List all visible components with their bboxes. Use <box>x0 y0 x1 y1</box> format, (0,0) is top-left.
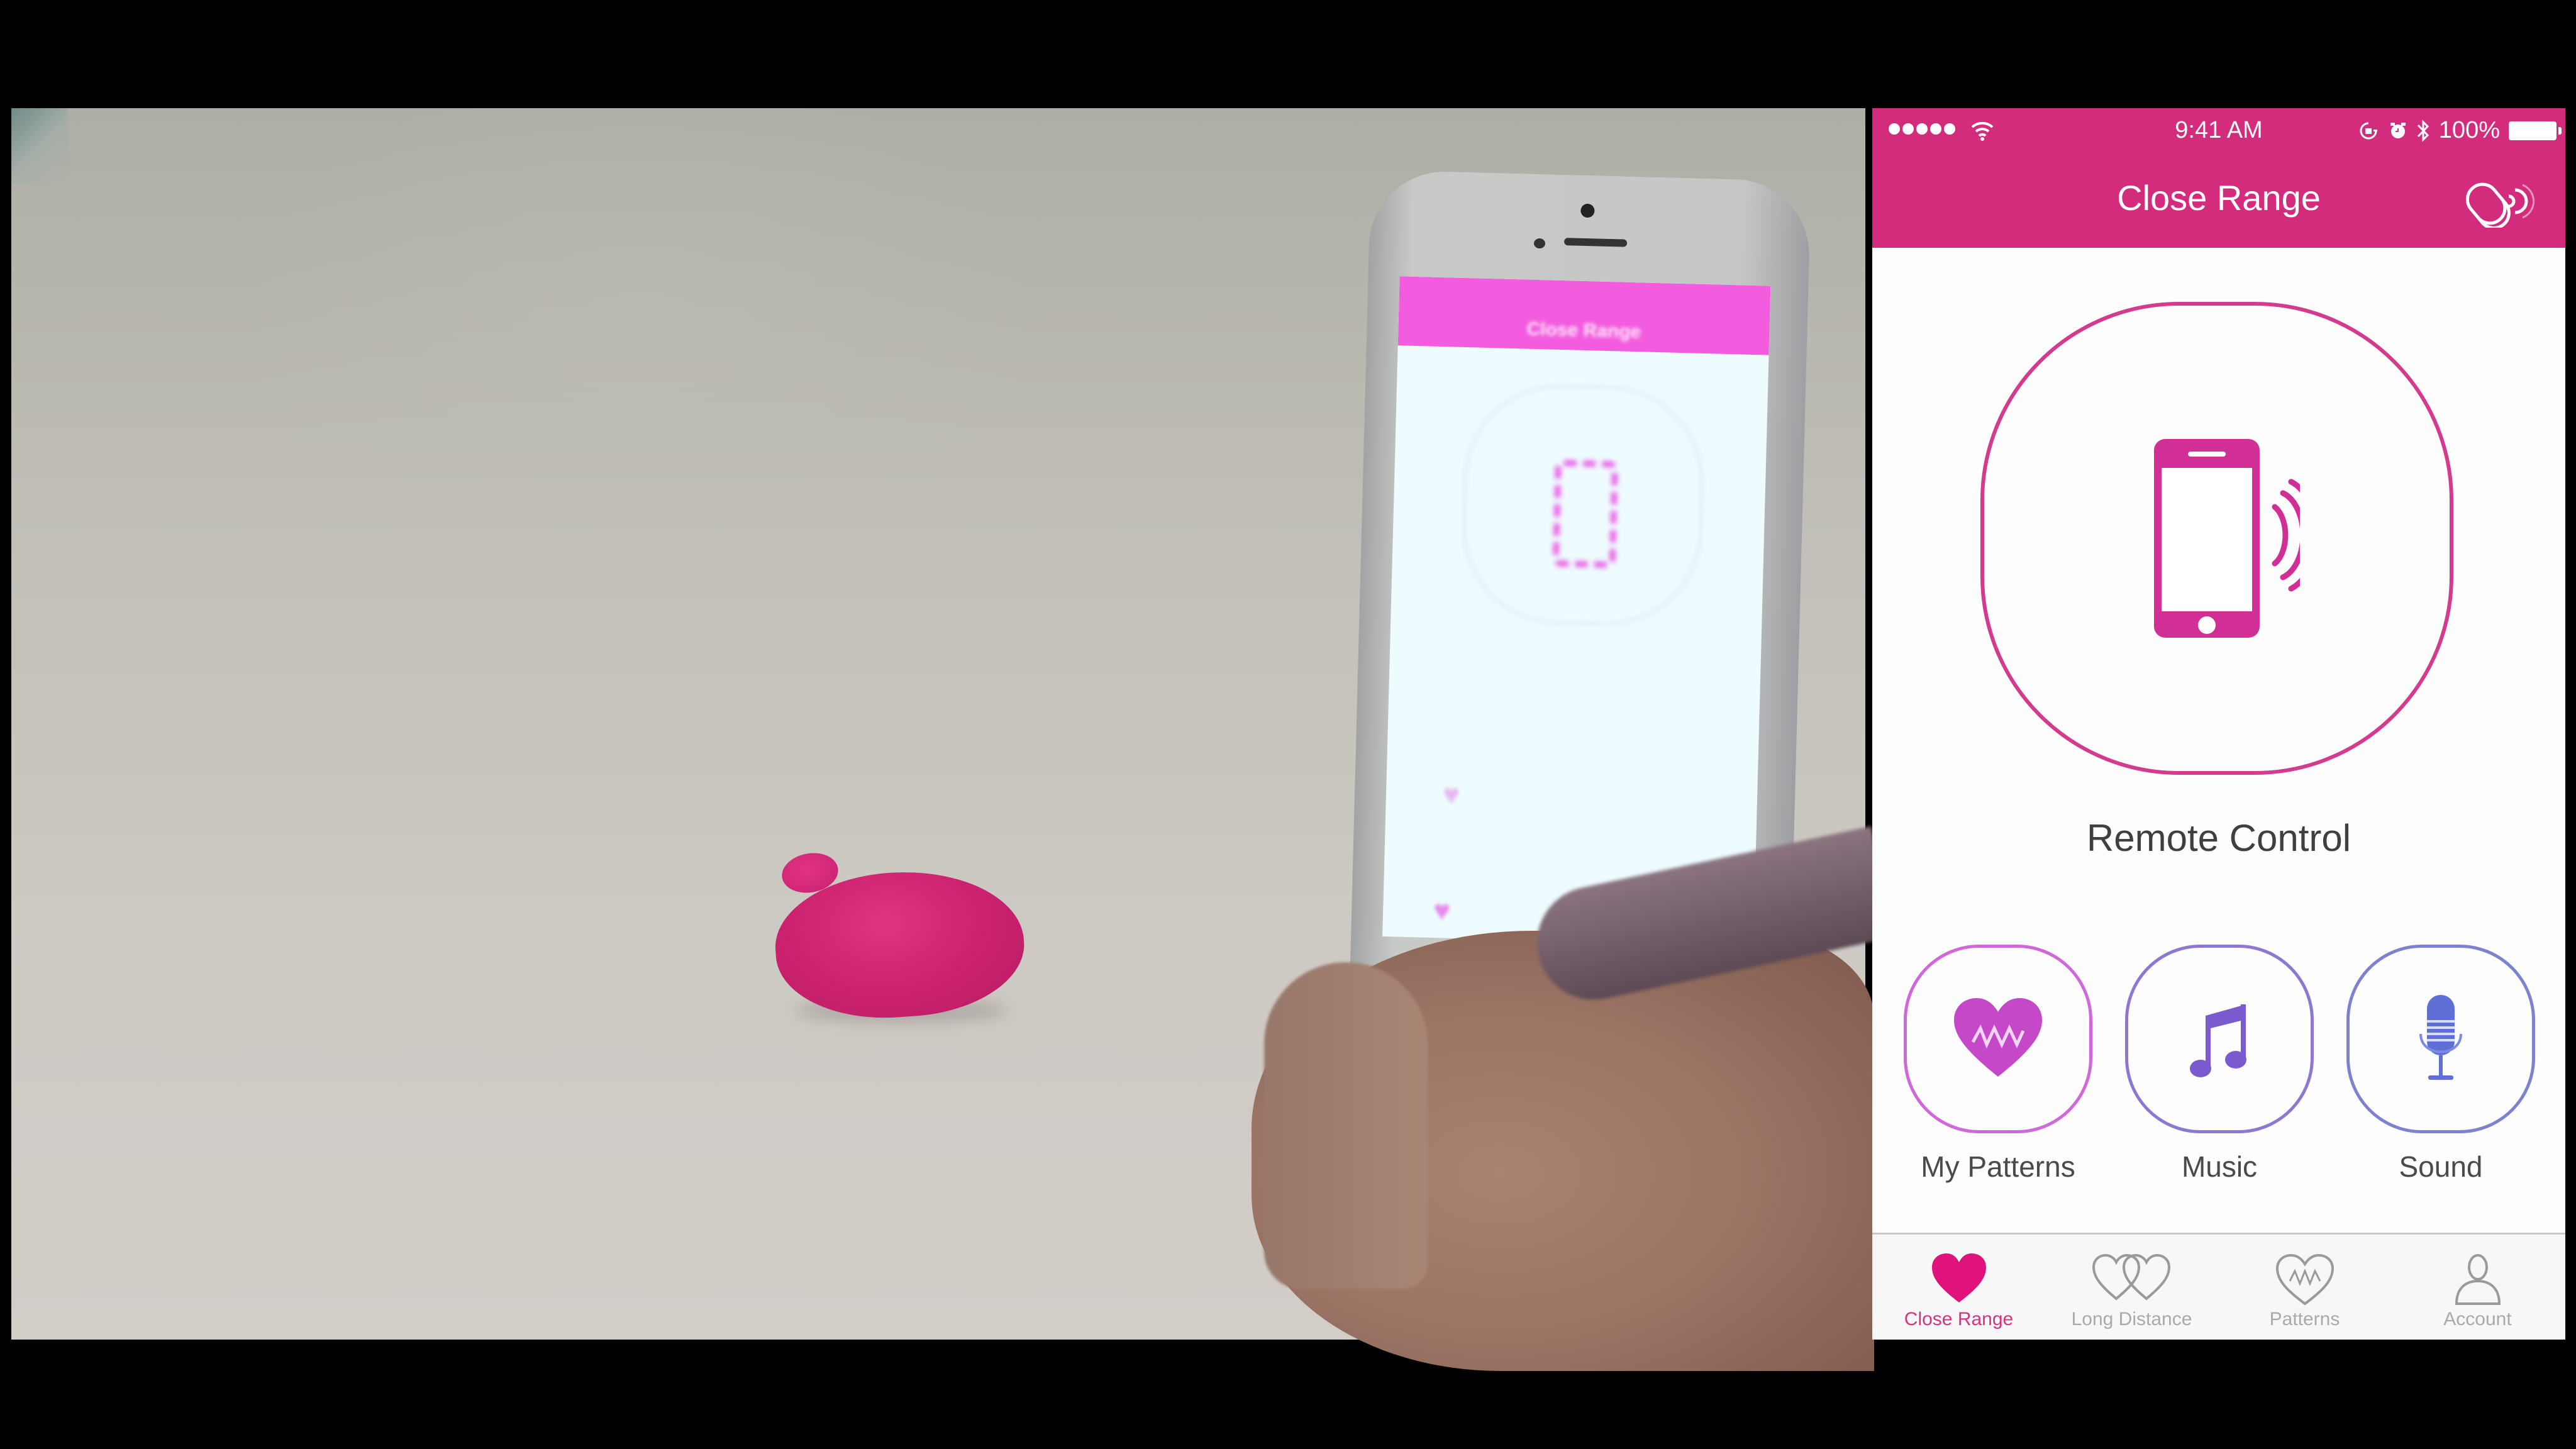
pink-toy-device <box>770 848 1029 1026</box>
remote-control-label: Remote Control <box>2086 817 2351 859</box>
physical-phone-remote-icon <box>1552 459 1619 569</box>
person-icon <box>2455 1254 2501 1305</box>
phone-speaker <box>1563 238 1628 247</box>
physical-phone-screen: Close Range ♥ ♥ <box>1382 276 1771 947</box>
tab-close-range[interactable]: Close Range <box>1872 1235 2045 1340</box>
tab-label: Close Range <box>1904 1309 2014 1330</box>
music-tile[interactable] <box>2125 945 2314 1133</box>
microphone-icon <box>2419 995 2462 1080</box>
thumb <box>1264 962 1428 1289</box>
app-header: 9:41 AM 100% Close Range <box>1872 108 2565 248</box>
tab-bar: Close Range Long Distance Patterns Accou… <box>1872 1233 2565 1340</box>
tab-label: Patterns <box>2269 1309 2340 1330</box>
tab-account[interactable]: Account <box>2391 1235 2564 1340</box>
physical-phone-heart-icon: ♥ <box>1442 777 1461 811</box>
music-note-icon <box>2190 1004 2246 1077</box>
my-patterns-button[interactable]: My Patterns <box>1904 945 2092 1184</box>
rotation-lock-icon <box>2360 122 2377 139</box>
status-right-group: 100% <box>2357 117 2562 144</box>
video-corner-shade <box>11 108 68 184</box>
tab-label: Account <box>2443 1309 2512 1330</box>
physical-phone-tab-heart-icon: ♥ <box>1433 894 1452 927</box>
phone-camera <box>1580 203 1595 218</box>
app-screen: 9:41 AM 100% Close Range Remote Control … <box>1872 108 2565 1340</box>
my-patterns-tile[interactable] <box>1904 945 2092 1133</box>
my-patterns-label: My Patterns <box>1921 1150 2075 1183</box>
heart-pulse-outline-icon <box>2275 1253 2334 1306</box>
double-heart-icon <box>2092 1253 2170 1301</box>
tab-label: Long Distance <box>2071 1309 2192 1330</box>
phone-sensor <box>1533 238 1546 249</box>
music-label: Music <box>2181 1150 2258 1183</box>
sound-tile[interactable] <box>2346 945 2535 1133</box>
phone-waves-icon <box>2154 439 2300 638</box>
heart-filled-icon <box>1931 1253 1986 1302</box>
sound-button[interactable]: Sound <box>2346 945 2535 1184</box>
bluetooth-icon <box>2417 119 2429 142</box>
heart-pulse-icon <box>1954 998 2042 1077</box>
device-connection-icon[interactable] <box>2453 171 2535 228</box>
music-button[interactable]: Music <box>2125 945 2314 1184</box>
sound-label: Sound <box>2399 1150 2483 1183</box>
status-bar: 9:41 AM 100% <box>1872 108 2565 152</box>
alarm-icon <box>2390 122 2406 138</box>
tab-long-distance[interactable]: Long Distance <box>2045 1235 2218 1340</box>
battery-icon <box>2509 121 2562 140</box>
remote-control-button[interactable] <box>1980 302 2453 775</box>
tab-patterns[interactable]: Patterns <box>2218 1235 2391 1340</box>
battery-percent: 100% <box>2438 117 2500 143</box>
